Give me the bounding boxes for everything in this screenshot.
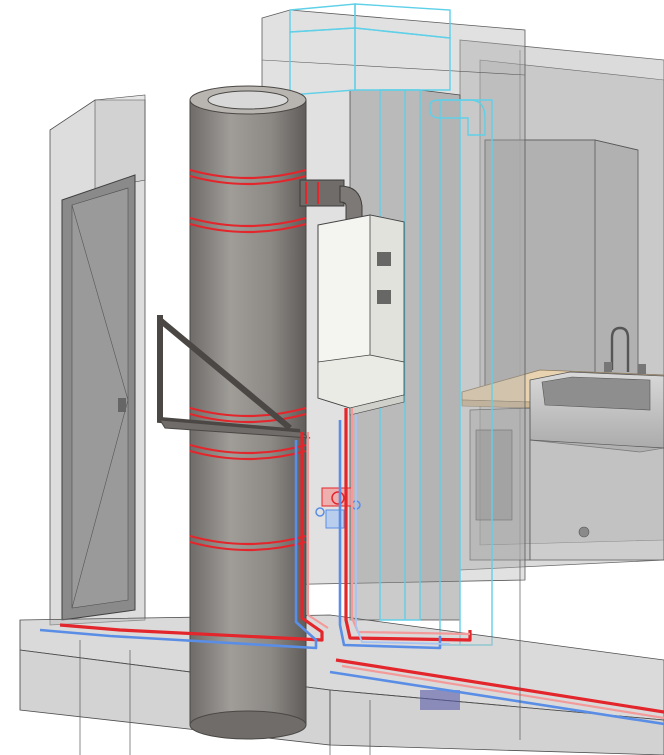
- mep-model-scene: [19, 3, 664, 755]
- door: [61, 174, 136, 621]
- wall-boiler: [317, 214, 405, 416]
